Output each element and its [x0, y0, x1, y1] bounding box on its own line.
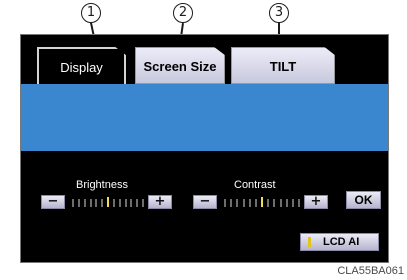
level-tick [236, 199, 239, 207]
level-tick [112, 199, 115, 207]
callout-3: 3 [269, 3, 289, 23]
lcd-ai-button[interactable]: LCD AI [300, 233, 379, 251]
level-tick [118, 199, 121, 207]
lcd-ai-label: LCD AI [323, 236, 360, 248]
level-tick [136, 199, 139, 207]
level-tick [230, 199, 233, 207]
level-tick [279, 199, 282, 207]
image-reference-code: CLA55BA061 [337, 265, 404, 277]
contrast-decrease-button[interactable]: − [193, 195, 217, 209]
level-tick [95, 199, 98, 207]
level-tick [83, 199, 86, 207]
level-indicator [107, 197, 109, 207]
level-tick [273, 199, 276, 207]
level-tick [130, 199, 133, 207]
tab-screen-size[interactable]: Screen Size [135, 47, 225, 84]
tab-tilt[interactable]: TILT [231, 47, 335, 84]
ok-button[interactable]: OK [346, 191, 381, 209]
brightness-decrease-button[interactable]: − [41, 195, 65, 209]
level-tick [291, 199, 294, 207]
tab-display[interactable]: Display [37, 47, 126, 84]
preview-area [21, 84, 388, 151]
callout-1: 1 [81, 3, 101, 23]
level-tick [72, 199, 74, 207]
brightness-label: Brightness [76, 179, 128, 191]
level-indicator [261, 197, 263, 207]
brightness-scale [72, 197, 144, 207]
brightness-increase-button[interactable]: + [148, 195, 172, 209]
callout-2: 2 [173, 3, 193, 23]
level-tick [142, 199, 144, 207]
contrast-increase-button[interactable]: + [304, 195, 328, 209]
contrast-scale [224, 197, 300, 207]
level-tick [254, 199, 257, 207]
lcd-ai-indicator-icon [308, 237, 311, 247]
level-tick [298, 199, 300, 207]
display-settings-screen: Display Screen Size TILT − Brightness + … [20, 34, 389, 263]
contrast-label: Contrast [234, 179, 276, 191]
level-tick [285, 199, 288, 207]
level-tick [267, 199, 270, 207]
level-tick [124, 199, 127, 207]
level-tick [224, 199, 226, 207]
level-tick [77, 199, 80, 207]
level-tick [89, 199, 92, 207]
level-tick [248, 199, 251, 207]
level-tick [242, 199, 245, 207]
level-tick [101, 199, 104, 207]
